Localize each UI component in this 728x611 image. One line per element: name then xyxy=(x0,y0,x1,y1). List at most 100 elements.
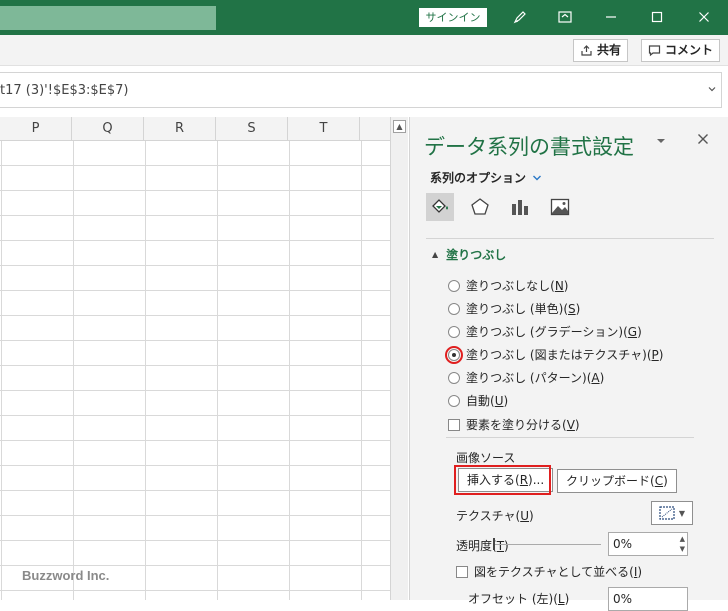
pane-divider xyxy=(426,238,714,239)
worksheet-grid[interactable]: P Q R S T xyxy=(0,117,390,600)
column-header-r[interactable]: R xyxy=(144,117,216,141)
transparency-slider-handle[interactable] xyxy=(493,538,495,550)
share-button[interactable]: 共有 xyxy=(573,39,629,62)
access-key: V xyxy=(566,418,575,432)
texture-label: テクスチャ(U) xyxy=(456,509,534,523)
collapse-triangle-icon: ▲ xyxy=(432,250,439,259)
access-key: P xyxy=(651,348,659,362)
offset-left-label: オフセット (左)(L) xyxy=(468,592,570,606)
format-data-series-pane: データ系列の書式設定 系列のオプション ▲ 塗りつぶし 塗りつぶしなし(N) 塗… xyxy=(409,117,728,611)
access-key: N xyxy=(554,279,564,293)
scroll-up-icon[interactable]: ▲ xyxy=(393,120,406,133)
access-key: U xyxy=(520,509,530,523)
option-label: 塗りつぶし (グラデーション) xyxy=(466,325,624,339)
clipboard-button[interactable]: クリップボード(C) xyxy=(557,469,677,493)
checkbox-indicator[interactable] xyxy=(448,418,460,431)
column-header-s[interactable]: S xyxy=(216,117,288,141)
option-label: 塗りつぶしなし xyxy=(466,279,551,293)
access-key: T xyxy=(496,539,505,553)
option-label: 塗りつぶし (パターン) xyxy=(466,371,587,385)
spin-value: 0% xyxy=(613,592,633,606)
radio-gradient-fill[interactable]: 塗りつぶし (グラデーション)(G) xyxy=(448,323,642,340)
transparency-label: 透明度(T) xyxy=(456,539,509,553)
pane-icon-tabs xyxy=(426,193,574,221)
access-key: I xyxy=(633,565,638,579)
ribbon-bar: 共有 コメント xyxy=(0,35,728,66)
access-key: A xyxy=(591,371,600,385)
access-key: C xyxy=(654,474,664,488)
highlight-ring xyxy=(445,345,463,364)
vary-colors-checkbox[interactable]: 要素を塗り分ける(V) xyxy=(448,416,580,433)
comment-button[interactable]: コメント xyxy=(641,39,721,62)
checkbox-indicator[interactable] xyxy=(456,565,468,578)
option-label: 自動 xyxy=(466,394,491,408)
share-icon xyxy=(581,45,592,56)
column-header-q[interactable]: Q xyxy=(72,117,144,141)
spin-arrows-icon[interactable]: ▲ ▼ xyxy=(680,534,685,554)
label-text: オフセット (左) xyxy=(468,592,554,606)
column-header-t[interactable]: T xyxy=(288,117,360,141)
radio-indicator-selected[interactable] xyxy=(445,345,463,364)
share-label: 共有 xyxy=(597,43,622,57)
title-bar: サインイン xyxy=(0,0,728,35)
fill-section-label: 塗りつぶし xyxy=(446,248,507,262)
option-label: 塗りつぶし (図またはテクスチャ) xyxy=(466,348,647,362)
pane-options-icon[interactable] xyxy=(656,133,666,149)
formula-bar[interactable]: t17 (3)'!$E$3:$E$7) xyxy=(0,72,722,108)
access-key: S xyxy=(568,302,576,316)
formula-text: t17 (3)'!$E$3:$E$7) xyxy=(0,83,129,98)
column-header-p[interactable]: P xyxy=(0,117,72,141)
series-options-icon[interactable] xyxy=(506,193,534,221)
label-text: テクスチャ xyxy=(456,509,516,523)
access-key: G xyxy=(627,325,638,339)
option-label: 塗りつぶし (単色) xyxy=(466,302,564,316)
radio-automatic[interactable]: 自動(U) xyxy=(448,392,508,409)
radio-no-fill[interactable]: 塗りつぶしなし(N) xyxy=(448,277,568,294)
radio-indicator[interactable] xyxy=(448,371,460,384)
radio-picture-texture-fill[interactable]: 塗りつぶし (図またはテクスチャ)(P) xyxy=(445,345,663,364)
transparency-slider-track[interactable] xyxy=(493,544,601,545)
radio-pattern-fill[interactable]: 塗りつぶし (パターン)(A) xyxy=(448,369,604,386)
minimize-icon[interactable] xyxy=(599,6,623,28)
cell-area[interactable] xyxy=(0,141,390,600)
image-source-label: 画像ソース xyxy=(456,451,516,465)
option-label: 要素を塗り分ける xyxy=(466,418,563,432)
watermark-text: Buzzword Inc. xyxy=(22,568,110,583)
pane-close-icon[interactable] xyxy=(697,133,709,149)
texture-picker-button[interactable]: ▼ xyxy=(651,501,693,525)
vertical-scrollbar[interactable]: ▲ xyxy=(390,117,408,600)
option-label: 図をテクスチャとして並べる xyxy=(474,565,630,579)
highlight-box xyxy=(454,465,551,495)
offset-left-spinbox[interactable]: 0% xyxy=(608,587,688,611)
dropdown-arrow-icon: ▼ xyxy=(678,508,686,518)
button-label: クリップボード xyxy=(566,474,651,488)
expand-formula-icon[interactable] xyxy=(707,83,717,97)
access-key: L xyxy=(557,592,565,606)
radio-indicator[interactable] xyxy=(448,325,460,338)
effects-icon[interactable] xyxy=(466,193,494,221)
signin-button[interactable]: サインイン xyxy=(419,8,487,27)
picture-icon[interactable] xyxy=(546,193,574,221)
sub-divider xyxy=(446,437,694,438)
tile-texture-checkbox[interactable]: 図をテクスチャとして並べる(I) xyxy=(456,563,642,580)
series-options-label: 系列のオプション xyxy=(430,171,527,185)
radio-solid-fill[interactable]: 塗りつぶし (単色)(S) xyxy=(448,300,580,317)
label-text: 透明度 xyxy=(456,539,493,553)
spin-value: 0% xyxy=(613,537,633,551)
access-key: U xyxy=(494,394,504,408)
comment-label: コメント xyxy=(665,43,714,57)
radio-indicator[interactable] xyxy=(448,302,460,315)
fill-line-icon[interactable] xyxy=(426,193,454,221)
column-headers: P Q R S T xyxy=(0,117,390,141)
fill-section-header[interactable]: ▲ 塗りつぶし xyxy=(432,246,506,263)
pen-icon[interactable] xyxy=(508,6,532,28)
search-box[interactable] xyxy=(0,6,216,30)
close-icon[interactable] xyxy=(692,6,716,28)
radio-indicator[interactable] xyxy=(448,279,460,292)
maximize-icon[interactable] xyxy=(645,6,669,28)
radio-indicator[interactable] xyxy=(448,394,460,407)
series-options-dropdown[interactable]: 系列のオプション xyxy=(430,169,542,186)
ribbon-display-icon[interactable] xyxy=(553,6,577,28)
chevron-down-icon xyxy=(533,175,542,180)
transparency-spinbox[interactable]: 0% ▲ ▼ xyxy=(608,532,688,556)
